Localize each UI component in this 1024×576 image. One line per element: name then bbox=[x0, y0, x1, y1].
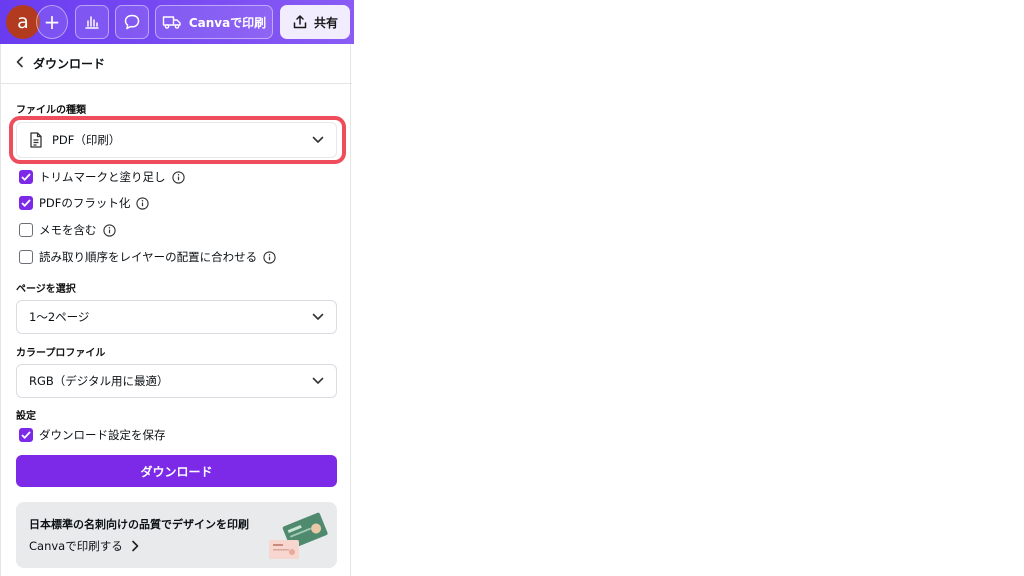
info-icon[interactable] bbox=[102, 223, 116, 237]
pages-label: ページを選択 bbox=[16, 284, 76, 295]
info-icon[interactable] bbox=[171, 170, 185, 184]
panel-title: ダウンロード bbox=[33, 57, 106, 71]
option-include-notes[interactable]: メモを含む bbox=[19, 222, 116, 238]
insights-button[interactable] bbox=[75, 5, 109, 39]
bar-chart-icon bbox=[85, 16, 99, 29]
promo-link-label: Canvaで印刷する bbox=[29, 539, 123, 553]
save-settings-label: ダウンロード設定を保存 bbox=[39, 428, 166, 442]
chevron-down-icon bbox=[312, 313, 324, 320]
promo-link[interactable]: Canvaで印刷する bbox=[29, 538, 139, 554]
promo-title: 日本標準の名刺向けの品質でデザインを印刷 bbox=[29, 518, 249, 531]
checkbox-checked[interactable] bbox=[19, 170, 33, 184]
pages-value: 1〜2ページ bbox=[29, 310, 90, 324]
comment-button[interactable] bbox=[115, 5, 149, 39]
filetype-value: PDF（印刷） bbox=[52, 133, 121, 147]
chevron-right-icon bbox=[131, 540, 139, 552]
filetype-label: ファイルの種類 bbox=[16, 105, 86, 116]
plus-icon: + bbox=[43, 10, 61, 34]
checkbox-checked[interactable] bbox=[19, 428, 33, 442]
option-save-settings[interactable]: ダウンロード設定を保存 bbox=[19, 427, 166, 443]
option-flatten-pdf[interactable]: PDFのフラット化 bbox=[19, 195, 150, 211]
business-cards-illustration bbox=[269, 512, 328, 559]
add-collaborator-button[interactable]: + bbox=[36, 5, 68, 39]
comment-icon bbox=[124, 14, 140, 30]
print-with-canva-button[interactable]: Canvaで印刷 bbox=[155, 5, 273, 39]
color-profile-value: RGB（デジタル用に最適） bbox=[29, 374, 169, 388]
editor-toolbar: a + Canvaで印刷 共有 bbox=[0, 0, 354, 44]
share-label: 共有 bbox=[313, 15, 338, 30]
download-button[interactable]: ダウンロード bbox=[16, 455, 337, 487]
chevron-down-icon bbox=[312, 136, 324, 143]
back-button[interactable] bbox=[15, 56, 25, 72]
chevron-down-icon bbox=[312, 377, 324, 384]
color-profile-select[interactable]: RGB（デジタル用に最適） bbox=[16, 364, 337, 398]
check-icon bbox=[21, 173, 31, 181]
print-promo-card[interactable]: 日本標準の名刺向けの品質でデザインを印刷 Canvaで印刷する bbox=[16, 502, 337, 568]
checkbox-unchecked[interactable] bbox=[19, 223, 33, 237]
option-label: 読み取り順序をレイヤーの配置に合わせる bbox=[39, 250, 258, 264]
filetype-select[interactable]: PDF（印刷） bbox=[16, 122, 337, 158]
option-label: メモを含む bbox=[39, 223, 97, 237]
truck-icon bbox=[162, 16, 181, 29]
chevron-left-icon bbox=[16, 56, 23, 67]
pages-select[interactable]: 1〜2ページ bbox=[16, 300, 337, 334]
option-trim-marks[interactable]: トリムマークと塗り足し bbox=[19, 169, 185, 185]
checkbox-unchecked[interactable] bbox=[19, 250, 33, 264]
info-icon[interactable] bbox=[136, 196, 150, 210]
document-icon bbox=[30, 132, 42, 148]
check-icon bbox=[21, 431, 31, 439]
download-panel: ダウンロード ファイルの種類 PDF（印刷） トリムマークと塗り足し PDFのフ… bbox=[0, 44, 352, 576]
share-button[interactable]: 共有 bbox=[280, 5, 350, 39]
print-label: Canvaで印刷 bbox=[188, 15, 267, 30]
info-icon[interactable] bbox=[263, 250, 276, 264]
upload-icon bbox=[293, 15, 307, 29]
option-reading-order[interactable]: 読み取り順序をレイヤーの配置に合わせる bbox=[19, 249, 276, 265]
panel-header: ダウンロード bbox=[1, 44, 352, 84]
option-label: PDFのフラット化 bbox=[39, 196, 131, 210]
option-label: トリムマークと塗り足し bbox=[39, 170, 166, 184]
checkbox-checked[interactable] bbox=[19, 196, 33, 210]
settings-label: 設定 bbox=[16, 411, 36, 422]
avatar[interactable]: a bbox=[6, 5, 40, 39]
color-profile-label: カラープロファイル bbox=[16, 348, 106, 359]
check-icon bbox=[21, 199, 31, 207]
